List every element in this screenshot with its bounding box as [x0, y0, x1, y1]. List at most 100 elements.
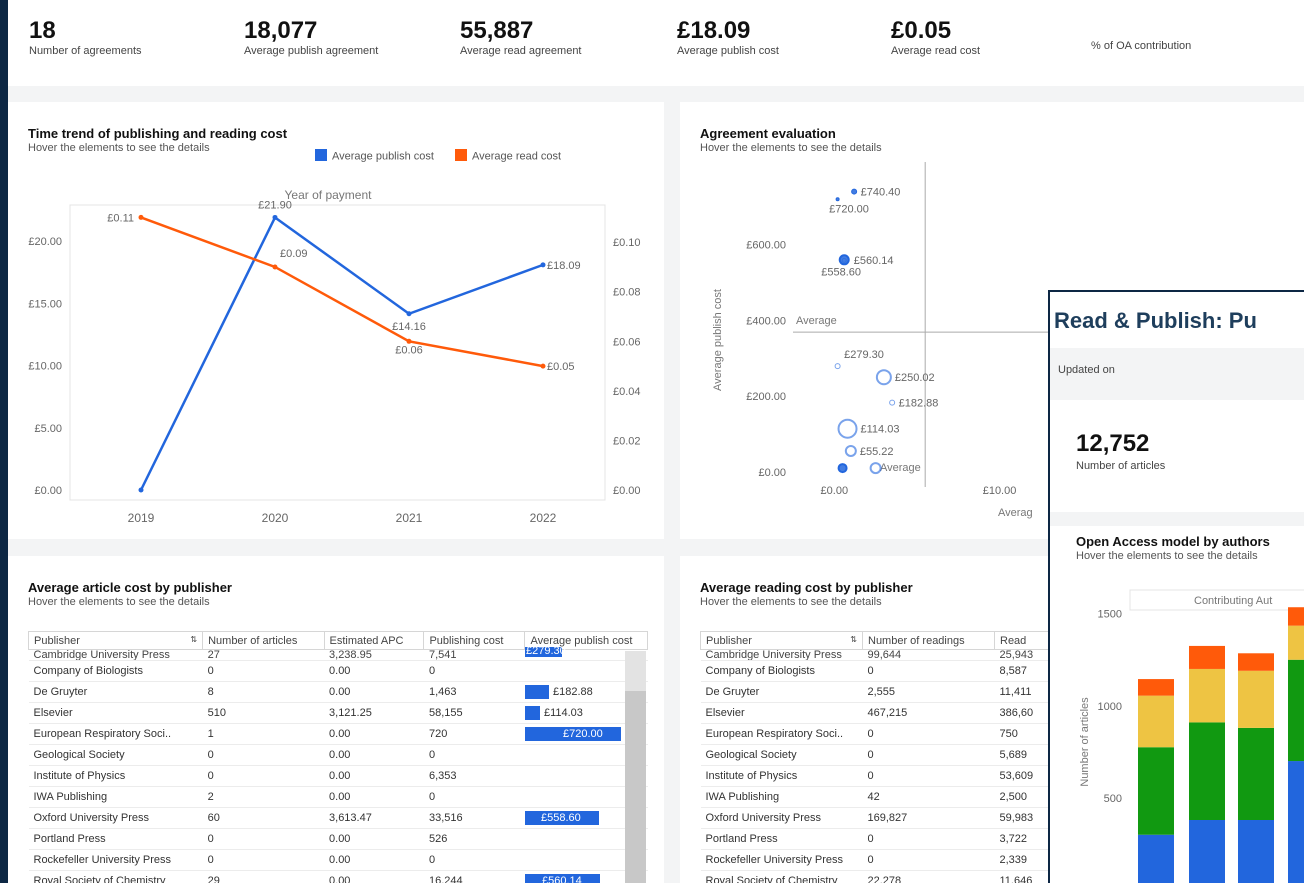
sort-icon[interactable]: ⇅	[190, 635, 197, 644]
scatter-point[interactable]	[851, 188, 858, 195]
series-line-read[interactable]	[140, 216, 544, 368]
table-row[interactable]: IWA Publishing 2 0.00 0	[28, 786, 648, 808]
table-row[interactable]: Geological Society 0 0.00 0	[28, 744, 648, 766]
scatter-point[interactable]	[844, 444, 857, 457]
stacked-bar-segment[interactable]	[1238, 727, 1274, 820]
cell-apc: 3,238.95	[324, 649, 424, 661]
kpi-avg-read-cost: £0.05 Average read cost	[891, 18, 980, 58]
data-point[interactable]	[540, 262, 546, 268]
bar[interactable]	[524, 706, 540, 720]
cell-readings: 0	[862, 660, 995, 682]
y-tick-label: 1500	[1098, 609, 1122, 621]
stacked-bar-segment[interactable]	[1288, 659, 1304, 762]
scatter-point[interactable]	[838, 254, 850, 266]
read-publish-popup[interactable]: Read & Publish: Pu Updated on 12,752 Num…	[1048, 290, 1304, 883]
cell-cost: 1,463	[423, 681, 525, 703]
y-tick-label-right: £0.06	[613, 336, 641, 348]
table-row[interactable]: Institute of Physics 0 0.00 6,353	[28, 765, 648, 787]
stacked-bar-segment[interactable]	[1288, 625, 1304, 660]
stacked-bar-segment[interactable]	[1288, 607, 1304, 626]
stacked-bar-segment[interactable]	[1238, 670, 1274, 728]
data-point[interactable]	[406, 311, 412, 317]
y-tick-label-right: £0.10	[613, 237, 641, 249]
cell-cost: 6,353	[423, 765, 525, 787]
stacked-bar-segment[interactable]	[1189, 668, 1225, 723]
cell-articles: 8	[202, 681, 325, 703]
stacked-bar-segment[interactable]	[1138, 834, 1174, 883]
data-label: £0.05	[547, 361, 575, 373]
scrollbar-thumb[interactable]	[625, 691, 646, 883]
data-label: £18.09	[547, 260, 581, 272]
scatter-point[interactable]	[889, 399, 896, 406]
data-point[interactable]	[138, 214, 144, 220]
table-row[interactable]: Elsevier 510 3,121.25 58,155 £114.03	[28, 702, 648, 724]
column-header-publisher[interactable]: Publisher ⇅	[700, 631, 863, 650]
card-title: Average reading cost by publisher	[700, 580, 913, 595]
time-trend-card: Time trend of publishing and reading cos…	[8, 102, 664, 539]
data-point[interactable]	[272, 264, 278, 270]
y-tick-label: £400.00	[746, 315, 786, 327]
cell-apc: 0.00	[324, 849, 424, 871]
stacked-bar-segment[interactable]	[1138, 695, 1174, 748]
cell-publisher: Cambridge University Press	[28, 649, 203, 661]
cell-publisher: Elsevier	[28, 702, 203, 724]
card-subtitle: Hover the elements to see the details	[28, 596, 210, 608]
time-trend-chart[interactable]: Average publish cost Average read cost Y…	[8, 102, 664, 539]
table-row[interactable]: European Respiratory Soci.. 1 0.00 720 £720.…	[28, 723, 648, 745]
scatter-point[interactable]	[875, 369, 892, 386]
column-header-publishing-cost[interactable]: Publishing cost	[423, 631, 526, 650]
stacked-bar-segment[interactable]	[1138, 679, 1174, 696]
y-tick-label: £600.00	[746, 240, 786, 252]
table-row[interactable]: Portland Press 0 0.00 526	[28, 828, 648, 850]
y-tick-label-left: £20.00	[28, 236, 62, 248]
y-tick-label: 1000	[1098, 701, 1122, 713]
table-row[interactable]: Oxford University Press 60 3,613.47 33,516 £…	[28, 807, 648, 829]
bar-label: £560.14	[541, 875, 582, 883]
scatter-point[interactable]	[837, 463, 848, 474]
x-tick-label: 2021	[396, 511, 423, 525]
average-line-label: Average	[796, 315, 837, 327]
table-row[interactable]: Cambridge University Press 27 3,238.95 7…	[28, 646, 648, 661]
table-scrollbar[interactable]	[625, 651, 646, 883]
kpi-value: £18.09	[677, 17, 751, 44]
stacked-bar-segment[interactable]	[1189, 722, 1225, 820]
open-access-chart[interactable]: Contributing Aut Number of articles 500 1…	[1050, 292, 1304, 883]
cell-publisher: Cambridge University Press	[700, 649, 863, 661]
stacked-bar-segment[interactable]	[1189, 645, 1225, 669]
cell-publisher: Oxford University Press	[700, 807, 863, 829]
sort-icon[interactable]: ⇅	[850, 635, 857, 644]
bar[interactable]	[524, 685, 549, 699]
cell-readings: 2,555	[862, 681, 995, 703]
kpi-label: Average read agreement	[460, 45, 582, 57]
scatter-point[interactable]	[835, 197, 840, 202]
stacked-bar-segment[interactable]	[1138, 747, 1174, 835]
data-point[interactable]	[138, 487, 144, 493]
table-row[interactable]: Royal Society of Chemistry 29 0.00 16,244 £5…	[28, 870, 648, 883]
data-point[interactable]	[540, 363, 546, 369]
data-point[interactable]	[406, 338, 412, 344]
column-header-articles[interactable]: Number of articles	[202, 631, 325, 650]
table-row[interactable]: Company of Biologists 0 0.00 0	[28, 660, 648, 682]
legend-label-read: Average read cost	[472, 151, 561, 163]
data-label: £14.16	[392, 321, 426, 333]
column-header-readings[interactable]: Number of readings	[862, 631, 995, 650]
kpi-label: Average publish agreement	[244, 45, 379, 57]
stacked-bar-segment[interactable]	[1189, 820, 1225, 883]
data-label: £279.30	[844, 349, 884, 361]
table-row[interactable]: Rockefeller University Press 0 0.00 0	[28, 849, 648, 871]
kpi-oa-contribution-label: % of OA contribution	[1091, 40, 1192, 52]
stacked-bar-segment[interactable]	[1238, 653, 1274, 671]
cell-publisher: Institute of Physics	[28, 765, 203, 787]
column-header-apc[interactable]: Estimated APC	[323, 631, 425, 650]
scatter-point[interactable]	[837, 418, 858, 439]
column-header-publisher[interactable]: Publisher ⇅	[27, 631, 204, 650]
stacked-bar-segment[interactable]	[1238, 820, 1274, 883]
cell-readings: 0	[862, 723, 995, 745]
table-row[interactable]: De Gruyter 8 0.00 1,463 £182.88	[28, 681, 648, 703]
scatter-point[interactable]	[834, 363, 841, 370]
data-point[interactable]	[272, 214, 278, 220]
cell-articles: 0	[202, 765, 325, 787]
stacked-bar-segment[interactable]	[1288, 761, 1304, 883]
x-axis-title: Year of payment	[285, 188, 373, 202]
cell-cost: 58,155	[423, 702, 525, 724]
